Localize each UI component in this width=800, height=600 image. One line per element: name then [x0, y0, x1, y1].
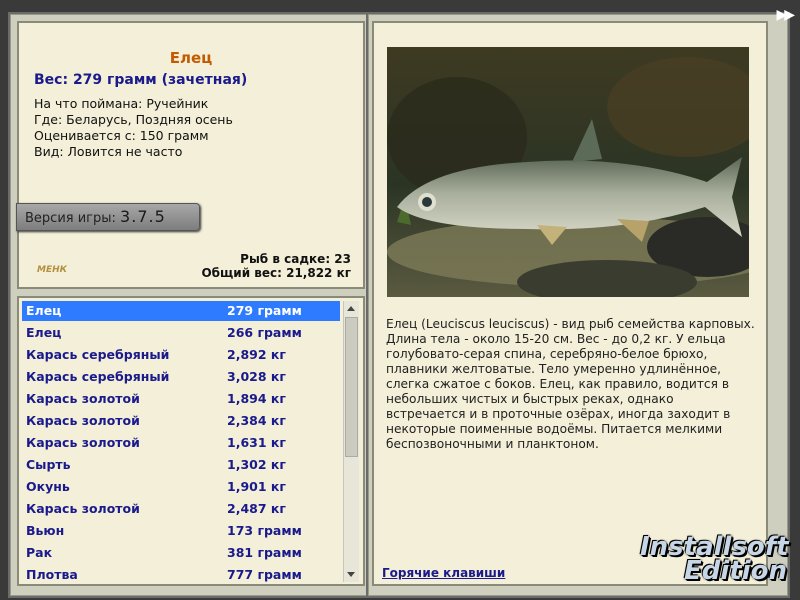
catch-fish-name: Карась золотой — [26, 501, 140, 516]
list-scrollbar[interactable] — [343, 301, 359, 582]
watermark-line2: Edition — [684, 556, 787, 586]
fast-forward-icon[interactable]: ▶▶ — [776, 7, 794, 23]
catch-fish-weight: 2,384 кг — [227, 413, 286, 428]
fish-count: Рыб в садке: 23 — [240, 252, 351, 266]
catch-fish-name: Елец — [26, 325, 62, 340]
scroll-up-icon[interactable] — [347, 306, 355, 311]
version-number: 3.7.5 — [120, 207, 166, 226]
scroll-down-icon[interactable] — [347, 572, 355, 577]
valuation-info: Оценивается с: 150 грамм — [34, 128, 209, 143]
catch-fish-name: Плотва — [26, 567, 78, 582]
catch-row[interactable]: Вьюн 173 грамм — [22, 521, 340, 541]
catch-fish-weight: 1,302 кг — [227, 457, 286, 472]
catch-fish-weight: 1,894 кг — [227, 391, 286, 406]
installsoft-watermark: Installsoft Edition — [640, 534, 789, 586]
hotkeys-link[interactable]: Горячие клавиши — [382, 566, 505, 580]
catch-row[interactable]: Рак 381 грамм — [22, 543, 340, 563]
bait-info: На что поймана: Ручейник — [34, 96, 209, 111]
catch-row[interactable]: Карась золотой 1,631 кг — [22, 433, 340, 453]
catch-row[interactable]: Сырть 1,302 кг — [22, 455, 340, 475]
fish-description-panel: Елец (Leuciscus leuciscus) - вид рыб сем… — [372, 21, 768, 586]
catch-fish-weight: 266 грамм — [227, 325, 302, 340]
fish-description: Елец (Leuciscus leuciscus) - вид рыб сем… — [386, 317, 755, 451]
catch-fish-name: Окунь — [26, 479, 70, 494]
game-version-badge: Версия игры: 3.7.5 — [16, 203, 200, 231]
catch-fish-name: Елец — [26, 303, 62, 318]
catch-fish-name: Карась золотой — [26, 413, 140, 428]
catch-fish-weight: 279 грамм — [227, 303, 302, 318]
catch-fish-weight: 1,631 кг — [227, 435, 286, 450]
game-logo: МЕНК — [37, 265, 67, 275]
catch-row[interactable]: Карась серебряный 2,892 кг — [22, 345, 340, 365]
catch-fish-weight: 1,901 кг — [227, 479, 286, 494]
catch-row[interactable]: Плотва 777 грамм — [22, 565, 340, 584]
catch-row[interactable]: Карась золотой 2,487 кг — [22, 499, 340, 519]
catch-fish-weight: 3,028 кг — [227, 369, 286, 384]
fish-name-title: Елец — [169, 49, 213, 67]
fish-photo — [387, 47, 749, 297]
catch-fish-name: Карась золотой — [26, 435, 140, 450]
catch-fish-weight: 2,892 кг — [227, 347, 286, 362]
catch-row[interactable]: Карась золотой 2,384 кг — [22, 411, 340, 431]
catch-fish-weight: 2,487 кг — [227, 501, 286, 516]
catch-info-panel: Елец Вес: 279 грамм (зачетная) На что по… — [16, 21, 365, 289]
catch-row[interactable]: Елец 266 грамм — [22, 323, 340, 343]
scroll-thumb[interactable] — [345, 317, 358, 457]
catch-fish-weight: 173 грамм — [227, 523, 302, 538]
catch-row[interactable]: Карась золотой 1,894 кг — [22, 389, 340, 409]
catch-fish-name: Карась серебряный — [26, 369, 170, 384]
rarity-info: Вид: Ловится не часто — [34, 144, 183, 159]
catch-fish-weight: 381 грамм — [227, 545, 302, 560]
total-weight: Общий вес: 21,822 кг — [201, 266, 351, 280]
catch-fish-name: Карась серебряный — [26, 347, 170, 362]
location-info: Где: Беларусь, Поздняя осень — [34, 112, 233, 127]
version-label: Версия игры: — [25, 211, 116, 226]
catch-fish-name: Вьюн — [26, 523, 65, 538]
catch-fish-weight: 777 грамм — [227, 567, 302, 582]
fish-weight: Вес: 279 грамм (зачетная) — [34, 72, 248, 88]
catch-row[interactable]: Карась серебряный 3,028 кг — [22, 367, 340, 387]
catch-row[interactable]: Окунь 1,901 кг — [22, 477, 340, 497]
catch-row[interactable]: Елец 279 грамм — [22, 301, 340, 321]
catch-list-panel: Елец 279 грамм Елец 266 грамм Карась серебря… — [17, 296, 365, 586]
catch-fish-name: Карась золотой — [26, 391, 140, 406]
catch-fish-name: Рак — [26, 545, 53, 560]
catch-fish-name: Сырть — [26, 457, 71, 472]
